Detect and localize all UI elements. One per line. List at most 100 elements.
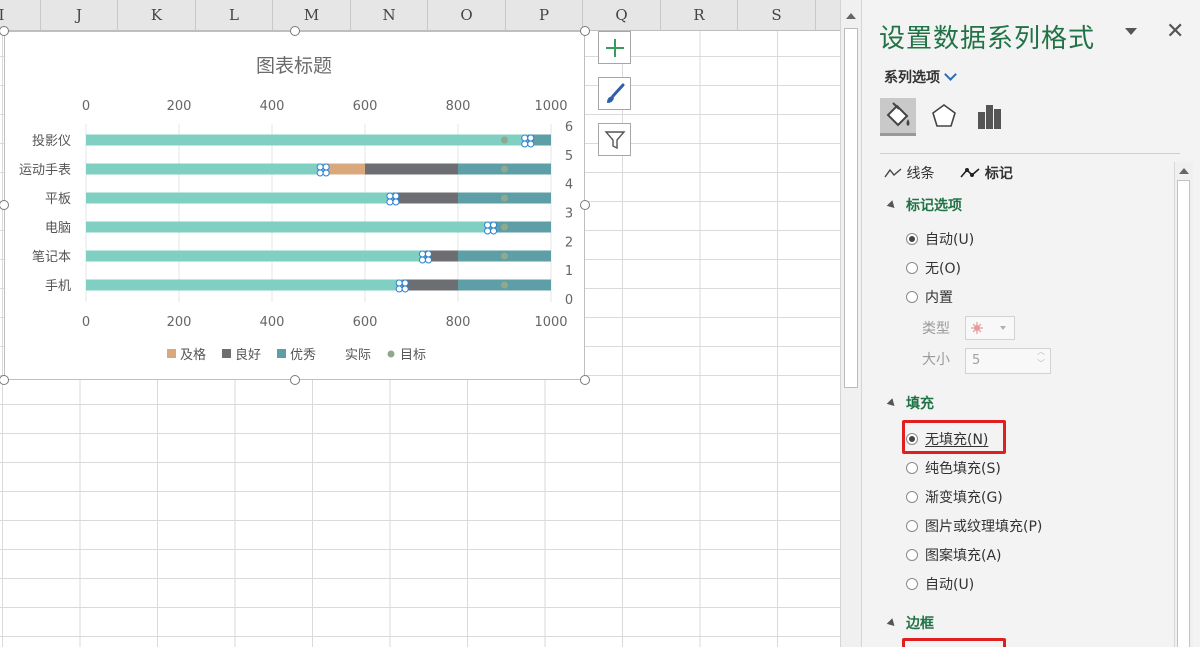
subtab-line-label: 线条: [906, 166, 935, 182]
pane-options-dropdown-icon[interactable]: [1125, 28, 1137, 35]
legend-label: 实际: [345, 348, 371, 363]
plus-icon: [606, 39, 624, 57]
legend-swatch: [277, 349, 286, 358]
highlight-box-border: [902, 638, 1006, 647]
y-axis-secondary-tick-label: 5: [565, 149, 573, 164]
scroll-up-arrow-icon[interactable]: [1179, 168, 1189, 174]
radio-marker-builtin[interactable]: 内置: [906, 287, 953, 307]
series-options-dropdown[interactable]: 系列选项: [884, 67, 957, 87]
resize-handle-bottom-right[interactable]: [580, 375, 590, 385]
x-axis-top-tick-label: 400: [260, 99, 285, 114]
column-header-o[interactable]: O: [428, 0, 506, 30]
radio-pattern-fill[interactable]: 图案填充(A): [906, 545, 1002, 565]
radio-button-icon: [906, 462, 918, 474]
column-header-m[interactable]: M: [273, 0, 351, 30]
radio-label: 图片或纹理填充(P): [925, 519, 1043, 535]
legend-label: 良好: [235, 347, 261, 363]
bar-actual: [86, 221, 491, 233]
radio-no-fill[interactable]: 无填充(N): [906, 429, 988, 449]
sheet-vertical-scrollbar[interactable]: [840, 0, 862, 647]
radio-marker-auto[interactable]: 自动(U): [906, 229, 974, 249]
column-header-k[interactable]: K: [118, 0, 196, 30]
legend-label: 优秀: [290, 348, 316, 363]
radio-solid-fill[interactable]: 纯色填充(S): [906, 458, 1001, 478]
legend-label: 目标: [400, 348, 426, 363]
scrollbar-thumb[interactable]: [844, 28, 858, 388]
marker-type-label: 类型: [922, 321, 950, 337]
section-marker-options[interactable]: 标记选项: [886, 195, 962, 215]
column-header-n[interactable]: N: [351, 0, 429, 30]
column-header-r[interactable]: R: [661, 0, 739, 30]
radio-marker-none[interactable]: 无(O): [906, 258, 961, 278]
series-options-label: 系列选项: [884, 70, 940, 86]
radio-label: 图案填充(A): [925, 548, 1002, 564]
radio-label: 自动(U): [925, 577, 975, 593]
resize-handle-bottom-mid[interactable]: [290, 375, 300, 385]
selection-marker: [424, 256, 432, 264]
bar-chart[interactable]: 图表标题 0 200 400 600 800 1000 0 200 400 600 800 1000 0 1…: [5, 32, 584, 379]
close-icon[interactable]: ✕: [1166, 20, 1184, 44]
chart-styles-button[interactable]: [598, 77, 631, 110]
tab-fill-line[interactable]: [880, 98, 916, 136]
selection-marker: [418, 256, 426, 264]
x-axis-top-tick-label: 600: [353, 99, 378, 114]
section-fill[interactable]: 填充: [886, 393, 934, 413]
column-headers: IJKLMNOPQRS: [0, 0, 840, 31]
resize-handle-mid-right[interactable]: [580, 200, 590, 210]
y-axis-secondary-tick-label: 1: [565, 264, 573, 279]
spin-arrows-icon[interactable]: ︿ ﹀: [1037, 346, 1045, 370]
target-point: [501, 165, 508, 173]
tab-series-options[interactable]: [972, 98, 1008, 136]
x-axis-top-tick-label: 1000: [534, 99, 567, 114]
chart-elements-button[interactable]: [598, 31, 631, 64]
radio-picture-fill[interactable]: 图片或纹理填充(P): [906, 516, 1042, 536]
legend-swatch: [222, 349, 231, 358]
column-header-l[interactable]: L: [196, 0, 274, 30]
scrollbar-thumb[interactable]: [1177, 180, 1190, 647]
column-header-j[interactable]: J: [41, 0, 119, 30]
column-header-p[interactable]: P: [506, 0, 584, 30]
radio-auto-fill[interactable]: 自动(U): [906, 574, 974, 594]
filter-icon: [604, 131, 626, 150]
radio-button-icon: [906, 520, 918, 532]
category-label: 平板: [45, 192, 71, 207]
x-axis-bottom-tick-label: 200: [167, 315, 192, 330]
category-label: 运动手表: [19, 163, 71, 178]
marker-type-select[interactable]: [965, 316, 1015, 340]
chart-object[interactable]: 图表标题 0 200 400 600 800 1000 0 200 400 600 800 1000 0 1…: [4, 31, 585, 380]
selection-marker: [392, 198, 400, 206]
tab-effects[interactable]: [926, 98, 962, 136]
star-marker-icon: [971, 322, 1006, 334]
column-header-q[interactable]: Q: [583, 0, 661, 30]
scroll-up-arrow-icon[interactable]: [846, 13, 856, 19]
x-axis-top-tick-label: 800: [446, 99, 471, 114]
radio-button-icon: [906, 262, 918, 274]
y-axis-secondary-tick-label: 6: [565, 120, 573, 135]
subtab-line[interactable]: 线条: [884, 163, 934, 183]
radio-button-icon: [906, 433, 918, 445]
spreadsheet-area[interactable]: IJKLMNOPQRS 图表标题 0 200 400 600 800 1000 0 200 400…: [0, 0, 840, 647]
selection-marker: [386, 198, 394, 206]
selection-marker: [392, 192, 400, 200]
selection-marker: [521, 140, 529, 148]
subtab-marker[interactable]: 标记: [960, 163, 1013, 183]
radio-button-icon: [906, 491, 918, 503]
section-border[interactable]: 边框: [886, 613, 934, 633]
category-label: 电脑: [45, 221, 71, 236]
column-header-s[interactable]: S: [738, 0, 816, 30]
radio-button-icon: [906, 578, 918, 590]
x-axis-bottom-tick-label: 0: [82, 315, 90, 330]
pane-scrollbar[interactable]: [1174, 162, 1193, 647]
section-fill-label: 填充: [906, 396, 934, 412]
marker-size-spinner[interactable]: 5 ︿ ﹀: [965, 346, 1051, 374]
marker-size-label: 大小: [922, 352, 950, 368]
resize-handle-top-right[interactable]: [580, 26, 590, 36]
subtab-marker-label: 标记: [984, 166, 1013, 182]
selection-marker: [395, 279, 403, 287]
category-label: 手机: [45, 279, 71, 294]
radio-gradient-fill[interactable]: 渐变填充(G): [906, 487, 1003, 507]
paint-bucket-icon: [886, 102, 910, 127]
brush-icon: [607, 83, 625, 103]
resize-handle-top-mid[interactable]: [290, 26, 300, 36]
chart-filters-button[interactable]: [598, 123, 631, 156]
